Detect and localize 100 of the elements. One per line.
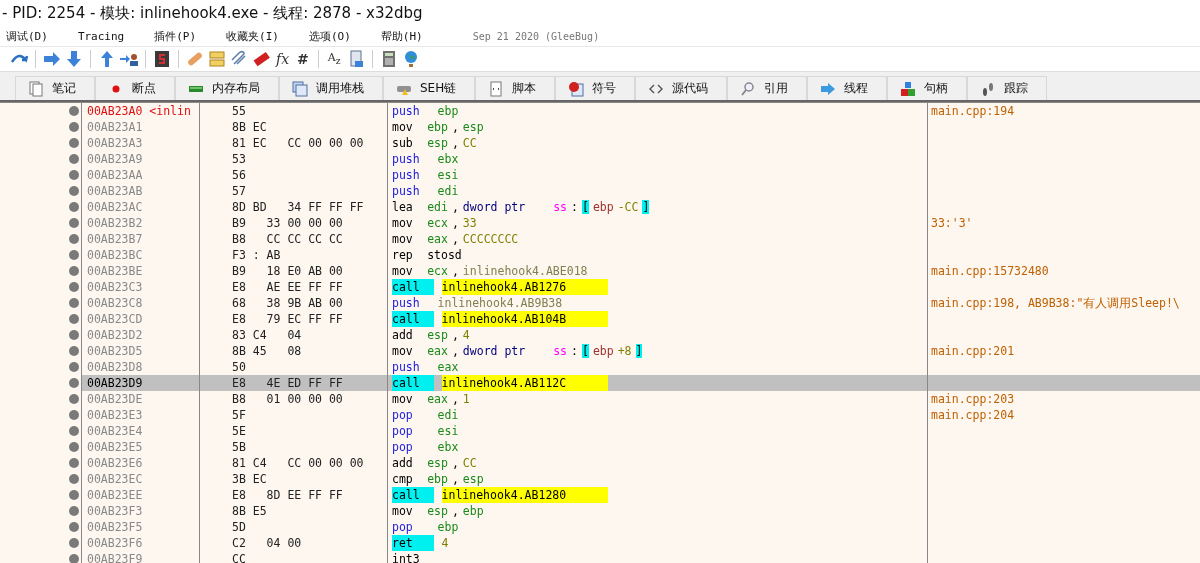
tab[interactable]: 线程 (807, 76, 888, 100)
breakpoint-dot-icon[interactable] (69, 266, 79, 276)
disassembly-cell: push edi (388, 183, 928, 199)
toolbar-button[interactable]: fx (274, 51, 292, 67)
comment-cell: main.cpp:204 (931, 408, 1015, 422)
bytes-cell: CC (200, 551, 388, 563)
address-cell: 00AB23DE (82, 391, 200, 407)
address-cell: 00AB23BC (82, 247, 200, 263)
address-cell: 00AB23C3 (82, 279, 200, 295)
breakpoint-dot-icon[interactable] (69, 426, 79, 436)
breakpoint-dot-icon[interactable] (69, 474, 79, 484)
breakpoint-dot-icon[interactable] (69, 170, 79, 180)
breakpoint-dot-icon[interactable] (69, 554, 79, 563)
tab[interactable]: 句柄 (887, 76, 968, 100)
disassembly-cell: lea edi , dword ptr ss : [ ebp -CC ] (388, 199, 928, 215)
breakpoint-dot-icon[interactable] (69, 362, 79, 372)
tab[interactable]: 断点 (95, 76, 175, 100)
bytes-cell: B9 18 E0 AB 00 (200, 263, 388, 279)
tab[interactable]: 内存布局 (175, 76, 279, 100)
disassembly-cell: ret 4 (388, 535, 928, 551)
comment-cell: main.cpp:194 (931, 104, 1015, 118)
address-cell: 00AB23E5 (82, 439, 200, 455)
bytes-cell: 8B E5 (200, 503, 388, 519)
breakpoint-dot-icon[interactable] (69, 458, 79, 468)
disassembly-cell: mov ebp , esp (388, 119, 928, 135)
breakpoint-dot-icon[interactable] (69, 298, 79, 308)
toolbar-button[interactable]: # (295, 51, 311, 67)
breakpoint-dot-icon[interactable] (69, 250, 79, 260)
address-cell: 00AB23D2 (82, 327, 200, 343)
build-info: Sep 21 2020 (GleeBug) (472, 30, 600, 42)
disassembly-cell: push esi (388, 167, 928, 183)
breakpoint-dot-icon[interactable] (69, 506, 79, 516)
breakpoint-dot-icon[interactable] (69, 442, 79, 452)
tab[interactable]: 跟踪 (967, 76, 1048, 100)
breakpoint-dot-icon[interactable] (69, 522, 79, 532)
address-cell: 00AB23E3 (82, 407, 200, 423)
bytes-cell: 53 (200, 151, 388, 167)
tab[interactable]: 笔记 (15, 76, 95, 100)
breakpoint-dot-icon[interactable] (69, 346, 79, 356)
menu-item[interactable]: 选项(O) (309, 28, 351, 44)
down-arrow-icon[interactable] (65, 50, 83, 68)
breakpoint-dot-icon[interactable] (69, 394, 79, 404)
breakpoint-dot-icon[interactable] (69, 490, 79, 500)
breakpoint-dot-icon[interactable] (69, 330, 79, 340)
breakpoint-dot-icon[interactable] (69, 410, 79, 420)
breakpoint-dot-icon[interactable] (69, 314, 79, 324)
breakpoint-dot-icon[interactable] (69, 378, 79, 388)
disassembly-cell: add esp , 4 (388, 327, 928, 343)
address-cell: 00AB23CD (82, 311, 200, 327)
tab[interactable]: 符号 (555, 76, 636, 100)
bytes-cell: 56 (200, 167, 388, 183)
disassembly-cell: mov ecx , 33 (388, 215, 928, 231)
breakpoint-dot-icon[interactable] (69, 106, 79, 116)
disassembly-cell: mov eax , 1 (388, 391, 928, 407)
right-arrow-icon[interactable] (43, 50, 61, 68)
address-cell: 00AB23E4 (82, 423, 200, 439)
bytes-cell: 55 (200, 103, 388, 119)
up-arrow-icon[interactable] (98, 50, 116, 68)
breakpoint-dot-icon[interactable] (69, 186, 79, 196)
breakpoint-dot-icon[interactable] (69, 122, 79, 132)
comment-cell: main.cpp:198, AB9B38:"有人调用Sleep!\ (931, 296, 1180, 310)
document-icon (28, 80, 44, 97)
breakpoint-dot-icon[interactable] (69, 154, 79, 164)
bytes-cell: 8D BD 34 FF FF FF (200, 199, 388, 215)
comment-cell: main.cpp:203 (931, 392, 1015, 406)
bytes-cell: 57 (200, 183, 388, 199)
address-cell: 00AB23B2 (82, 215, 200, 231)
breakpoint-dot-icon[interactable] (69, 218, 79, 228)
breakpoint-dot-icon[interactable] (69, 138, 79, 148)
disassembly-cell: sub esp , CC (388, 135, 928, 151)
note-icon[interactable] (208, 50, 226, 68)
breakpoint-dot-icon[interactable] (69, 202, 79, 212)
menu-item[interactable]: 插件(P) (154, 28, 197, 44)
eraser-icon[interactable] (252, 50, 270, 68)
tab[interactable]: SEH链 (383, 76, 476, 100)
breakpoint-dot-icon[interactable] (69, 538, 79, 548)
address-cell: 00AB23A1 (82, 119, 200, 135)
dark-square-icon[interactable] (153, 50, 171, 68)
menu-item[interactable]: 收藏夹(I) (226, 28, 279, 44)
breakpoint-dot-icon[interactable] (69, 234, 79, 244)
bytes-cell: 5E (200, 423, 388, 439)
toolbar-button[interactable]: A$_{z}$ (325, 51, 343, 67)
bytes-cell: F3 : AB (200, 247, 388, 263)
address-cell: 00AB23F5 (82, 519, 200, 535)
bytes-cell: B8 CC CC CC CC (200, 231, 388, 247)
tab[interactable]: 源代码 (635, 76, 728, 100)
address-cell: 00AB23F6 (82, 535, 200, 551)
tab[interactable]: 调用堆栈 (279, 76, 383, 100)
disassembly-cell: pop esi (388, 423, 928, 439)
tab[interactable]: 脚本 (475, 76, 556, 100)
address-cell: 00AB23AB (82, 183, 200, 199)
bytes-cell: E8 79 EC FF FF (200, 311, 388, 327)
menu-item[interactable]: 帮助(H) (380, 28, 423, 44)
bytes-cell: E8 8D EE FF FF (200, 487, 388, 503)
menu-item[interactable]: 调试(D) (6, 28, 48, 44)
menu-item[interactable]: Tracing (77, 29, 125, 43)
address-cell: 00AB23EC (82, 471, 200, 487)
tab[interactable]: 引用 (727, 76, 808, 100)
blocks-icon (900, 80, 917, 97)
breakpoint-dot-icon[interactable] (69, 282, 79, 292)
